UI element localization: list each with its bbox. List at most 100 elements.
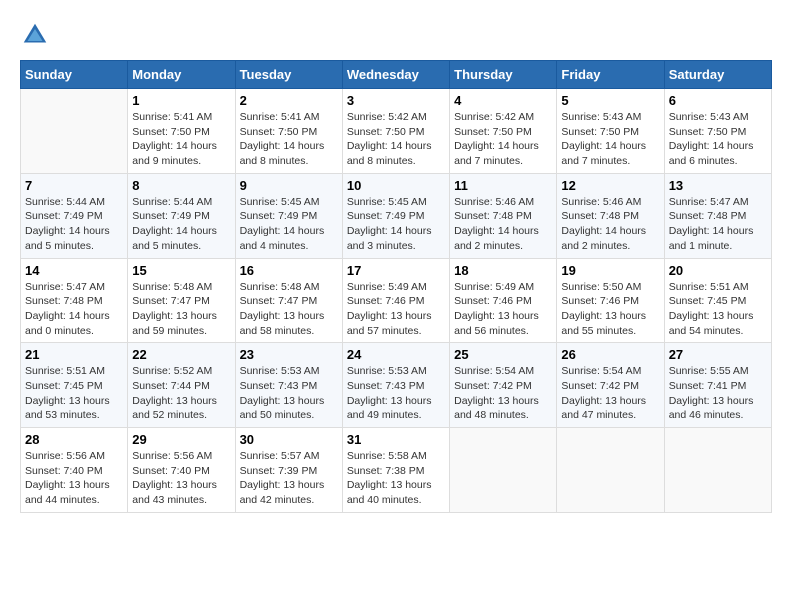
- day-info: Sunrise: 5:47 AM Sunset: 7:48 PM Dayligh…: [669, 195, 767, 254]
- calendar-week-5: 28 Sunrise: 5:56 AM Sunset: 7:40 PM Dayli…: [21, 428, 772, 513]
- day-number: 8: [132, 178, 230, 193]
- day-number: 26: [561, 347, 659, 362]
- day-number: 24: [347, 347, 445, 362]
- day-number: 29: [132, 432, 230, 447]
- calendar-cell: 12 Sunrise: 5:46 AM Sunset: 7:48 PM Dayli…: [557, 173, 664, 258]
- logo: [20, 20, 54, 50]
- day-header-saturday: Saturday: [664, 61, 771, 89]
- day-info: Sunrise: 5:54 AM Sunset: 7:42 PM Dayligh…: [561, 364, 659, 423]
- day-number: 3: [347, 93, 445, 108]
- calendar-cell: 10 Sunrise: 5:45 AM Sunset: 7:49 PM Dayli…: [342, 173, 449, 258]
- day-number: 6: [669, 93, 767, 108]
- day-number: 10: [347, 178, 445, 193]
- day-info: Sunrise: 5:49 AM Sunset: 7:46 PM Dayligh…: [454, 280, 552, 339]
- day-number: 9: [240, 178, 338, 193]
- day-number: 23: [240, 347, 338, 362]
- calendar-cell: 5 Sunrise: 5:43 AM Sunset: 7:50 PM Daylig…: [557, 89, 664, 174]
- calendar-cell: 3 Sunrise: 5:42 AM Sunset: 7:50 PM Daylig…: [342, 89, 449, 174]
- day-info: Sunrise: 5:58 AM Sunset: 7:38 PM Dayligh…: [347, 449, 445, 508]
- day-info: Sunrise: 5:41 AM Sunset: 7:50 PM Dayligh…: [132, 110, 230, 169]
- calendar-cell: 4 Sunrise: 5:42 AM Sunset: 7:50 PM Daylig…: [450, 89, 557, 174]
- day-info: Sunrise: 5:56 AM Sunset: 7:40 PM Dayligh…: [25, 449, 123, 508]
- calendar-cell: 11Sunrise: 5:46 AM Sunset: 7:48 PM Dayli…: [450, 173, 557, 258]
- day-info: Sunrise: 5:43 AM Sunset: 7:50 PM Dayligh…: [669, 110, 767, 169]
- calendar-cell: 19 Sunrise: 5:50 AM Sunset: 7:46 PM Dayli…: [557, 258, 664, 343]
- calendar-cell: 17 Sunrise: 5:49 AM Sunset: 7:46 PM Dayli…: [342, 258, 449, 343]
- day-info: Sunrise: 5:42 AM Sunset: 7:50 PM Dayligh…: [454, 110, 552, 169]
- calendar-cell: 29Sunrise: 5:56 AM Sunset: 7:40 PM Dayli…: [128, 428, 235, 513]
- day-number: 5: [561, 93, 659, 108]
- calendar-cell: 31 Sunrise: 5:58 AM Sunset: 7:38 PM Dayli…: [342, 428, 449, 513]
- day-info: Sunrise: 5:44 AM Sunset: 7:49 PM Dayligh…: [25, 195, 123, 254]
- day-number: 16: [240, 263, 338, 278]
- calendar-cell: 30 Sunrise: 5:57 AM Sunset: 7:39 PM Dayli…: [235, 428, 342, 513]
- day-header-wednesday: Wednesday: [342, 61, 449, 89]
- day-info: Sunrise: 5:53 AM Sunset: 7:43 PM Dayligh…: [347, 364, 445, 423]
- day-info: Sunrise: 5:47 AM Sunset: 7:48 PM Dayligh…: [25, 280, 123, 339]
- calendar-table: SundayMondayTuesdayWednesdayThursdayFrid…: [20, 60, 772, 513]
- calendar-cell: 25 Sunrise: 5:54 AM Sunset: 7:42 PM Dayli…: [450, 343, 557, 428]
- day-info: Sunrise: 5:46 AM Sunset: 7:48 PM Dayligh…: [561, 195, 659, 254]
- calendar-cell: 2 Sunrise: 5:41 AM Sunset: 7:50 PM Daylig…: [235, 89, 342, 174]
- day-number: 11: [454, 178, 552, 193]
- day-info: Sunrise: 5:43 AM Sunset: 7:50 PM Dayligh…: [561, 110, 659, 169]
- calendar-cell: [664, 428, 771, 513]
- calendar-cell: 6 Sunrise: 5:43 AM Sunset: 7:50 PM Daylig…: [664, 89, 771, 174]
- day-info: Sunrise: 5:50 AM Sunset: 7:46 PM Dayligh…: [561, 280, 659, 339]
- calendar-cell: 18 Sunrise: 5:49 AM Sunset: 7:46 PM Dayli…: [450, 258, 557, 343]
- day-info: Sunrise: 5:55 AM Sunset: 7:41 PM Dayligh…: [669, 364, 767, 423]
- day-info: Sunrise: 5:49 AM Sunset: 7:46 PM Dayligh…: [347, 280, 445, 339]
- day-number: 15: [132, 263, 230, 278]
- day-number: 17: [347, 263, 445, 278]
- day-info: Sunrise: 5:45 AM Sunset: 7:49 PM Dayligh…: [347, 195, 445, 254]
- day-info: Sunrise: 5:57 AM Sunset: 7:39 PM Dayligh…: [240, 449, 338, 508]
- calendar-cell: 15 Sunrise: 5:48 AM Sunset: 7:47 PM Dayli…: [128, 258, 235, 343]
- calendar-cell: 9 Sunrise: 5:45 AM Sunset: 7:49 PM Daylig…: [235, 173, 342, 258]
- day-header-sunday: Sunday: [21, 61, 128, 89]
- day-header-tuesday: Tuesday: [235, 61, 342, 89]
- calendar-week-3: 14 Sunrise: 5:47 AM Sunset: 7:48 PM Dayli…: [21, 258, 772, 343]
- day-number: 2: [240, 93, 338, 108]
- day-info: Sunrise: 5:45 AM Sunset: 7:49 PM Dayligh…: [240, 195, 338, 254]
- calendar-week-1: 1 Sunrise: 5:41 AM Sunset: 7:50 PM Daylig…: [21, 89, 772, 174]
- day-number: 12: [561, 178, 659, 193]
- calendar-cell: 24 Sunrise: 5:53 AM Sunset: 7:43 PM Dayli…: [342, 343, 449, 428]
- calendar-cell: 8 Sunrise: 5:44 AM Sunset: 7:49 PM Daylig…: [128, 173, 235, 258]
- day-info: Sunrise: 5:51 AM Sunset: 7:45 PM Dayligh…: [25, 364, 123, 423]
- page-header: [20, 20, 772, 50]
- day-number: 1: [132, 93, 230, 108]
- day-number: 19: [561, 263, 659, 278]
- day-header-friday: Friday: [557, 61, 664, 89]
- calendar-cell: 28 Sunrise: 5:56 AM Sunset: 7:40 PM Dayli…: [21, 428, 128, 513]
- calendar-cell: [557, 428, 664, 513]
- day-info: Sunrise: 5:53 AM Sunset: 7:43 PM Dayligh…: [240, 364, 338, 423]
- day-number: 27: [669, 347, 767, 362]
- calendar-cell: [450, 428, 557, 513]
- day-info: Sunrise: 5:54 AM Sunset: 7:42 PM Dayligh…: [454, 364, 552, 423]
- calendar-cell: 13Sunrise: 5:47 AM Sunset: 7:48 PM Dayli…: [664, 173, 771, 258]
- calendar-cell: 16 Sunrise: 5:48 AM Sunset: 7:47 PM Dayli…: [235, 258, 342, 343]
- calendar-cell: 23 Sunrise: 5:53 AM Sunset: 7:43 PM Dayli…: [235, 343, 342, 428]
- day-number: 28: [25, 432, 123, 447]
- day-number: 14: [25, 263, 123, 278]
- day-info: Sunrise: 5:41 AM Sunset: 7:50 PM Dayligh…: [240, 110, 338, 169]
- calendar-cell: 20 Sunrise: 5:51 AM Sunset: 7:45 PM Dayli…: [664, 258, 771, 343]
- day-number: 25: [454, 347, 552, 362]
- day-info: Sunrise: 5:48 AM Sunset: 7:47 PM Dayligh…: [132, 280, 230, 339]
- day-number: 30: [240, 432, 338, 447]
- day-number: 18: [454, 263, 552, 278]
- calendar-cell: 21 Sunrise: 5:51 AM Sunset: 7:45 PM Dayli…: [21, 343, 128, 428]
- day-info: Sunrise: 5:51 AM Sunset: 7:45 PM Dayligh…: [669, 280, 767, 339]
- day-number: 7: [25, 178, 123, 193]
- day-info: Sunrise: 5:48 AM Sunset: 7:47 PM Dayligh…: [240, 280, 338, 339]
- day-number: 4: [454, 93, 552, 108]
- day-info: Sunrise: 5:44 AM Sunset: 7:49 PM Dayligh…: [132, 195, 230, 254]
- day-number: 20: [669, 263, 767, 278]
- day-number: 22: [132, 347, 230, 362]
- day-number: 31: [347, 432, 445, 447]
- calendar-week-4: 21 Sunrise: 5:51 AM Sunset: 7:45 PM Dayli…: [21, 343, 772, 428]
- calendar-cell: 27 Sunrise: 5:55 AM Sunset: 7:41 PM Dayli…: [664, 343, 771, 428]
- calendar-cell: 26 Sunrise: 5:54 AM Sunset: 7:42 PM Dayli…: [557, 343, 664, 428]
- day-info: Sunrise: 5:42 AM Sunset: 7:50 PM Dayligh…: [347, 110, 445, 169]
- day-number: 21: [25, 347, 123, 362]
